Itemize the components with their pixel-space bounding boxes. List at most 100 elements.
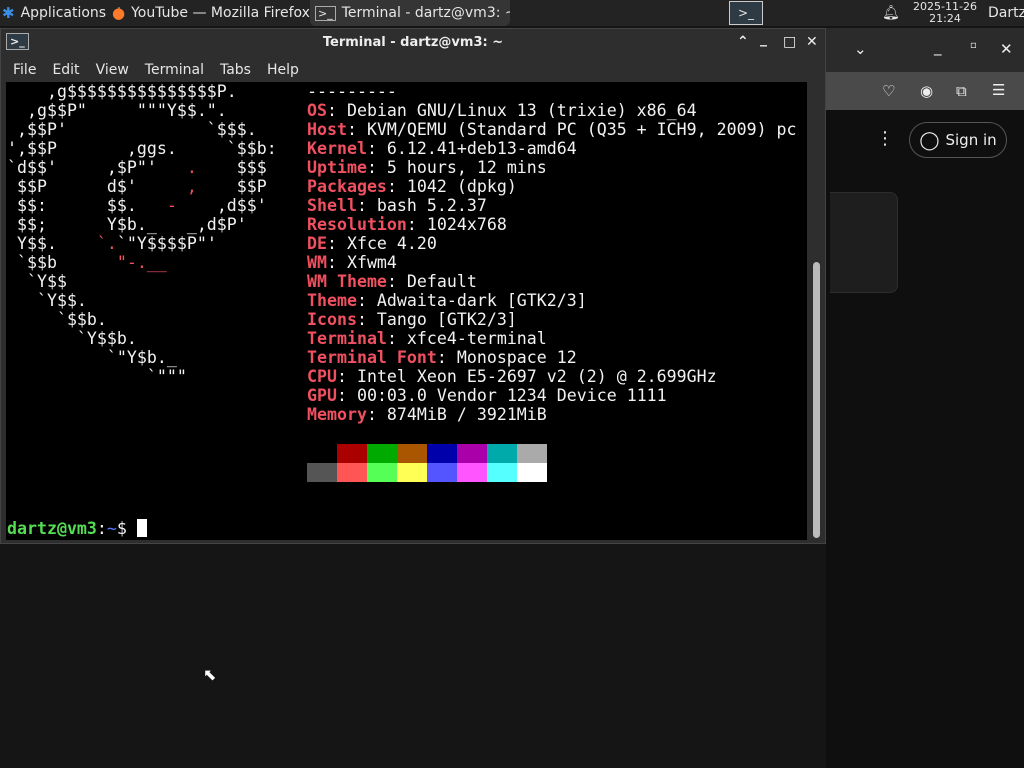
workspace-terminal-icon[interactable]: >_ bbox=[729, 1, 763, 25]
prompt-path: ~ bbox=[106, 519, 117, 538]
logo-segment: `"Y$b._ bbox=[7, 348, 177, 367]
logo-segment: ,g$$$$$$$$$$$$$$$P. bbox=[7, 82, 237, 101]
info-line: OS: Debian GNU/Linux 13 (trixie) x86_64 bbox=[307, 101, 697, 120]
color-block bbox=[307, 463, 337, 482]
info-separator: --------- bbox=[307, 82, 397, 101]
info-label: Terminal bbox=[307, 329, 387, 348]
info-line: WM: Xfwm4 bbox=[307, 253, 397, 272]
shade-icon[interactable]: ⌃ bbox=[737, 34, 749, 50]
close-icon[interactable]: ✕ bbox=[1000, 40, 1013, 58]
user-menu[interactable]: Dartz bbox=[988, 0, 1024, 26]
logo-segment: ,$$P' `$$$. bbox=[7, 120, 257, 139]
text-cursor bbox=[136, 519, 147, 537]
xfce-logo-icon: ✱ bbox=[2, 4, 15, 22]
menu-view[interactable]: View bbox=[96, 62, 129, 78]
color-block bbox=[337, 444, 367, 463]
notification-bell-icon[interactable]: 🔔︎ bbox=[882, 0, 900, 26]
task-firefox[interactable]: ● YouTube — Mozilla Firefox bbox=[112, 0, 310, 26]
info-label: Terminal Font bbox=[307, 348, 437, 367]
minimize-icon[interactable]: _ bbox=[760, 31, 767, 47]
pocket-icon[interactable]: ♡ bbox=[882, 82, 895, 100]
logo-segment: ,g$$P" """Y$$.". bbox=[7, 101, 227, 120]
info-line: Packages: 1042 (dpkg) bbox=[307, 177, 517, 196]
info-line: Icons: Tango [GTK2/3] bbox=[307, 310, 517, 329]
logo-segment: , bbox=[186, 177, 197, 196]
logo-segment: . bbox=[186, 158, 197, 177]
scrollbar[interactable] bbox=[810, 82, 823, 540]
sign-in-button[interactable]: ◯ Sign in bbox=[909, 122, 1007, 158]
info-value: : Xfwm4 bbox=[326, 253, 397, 272]
info-label: Icons bbox=[307, 310, 357, 329]
info-line: Terminal Font: Monospace 12 bbox=[307, 348, 577, 367]
info-value: : 1024x768 bbox=[406, 215, 507, 234]
info-value: : xfce4-terminal bbox=[386, 329, 547, 348]
logo-line: ,$$P' `$$$. bbox=[7, 120, 257, 139]
info-value: : Tango [GTK2/3] bbox=[356, 310, 517, 329]
menu-tabs[interactable]: Tabs bbox=[220, 62, 251, 78]
logo-segment: $$P bbox=[196, 177, 267, 196]
more-options-icon[interactable]: ⋮ bbox=[876, 128, 894, 149]
logo-segment: "-.__ bbox=[116, 253, 167, 272]
logo-line: `d$$' ,$P"' . $$$ bbox=[7, 158, 267, 177]
menu-file[interactable]: File bbox=[13, 62, 36, 78]
logo-line: $$; Y$b._ _,d$P' bbox=[7, 215, 247, 234]
info-value: : Default bbox=[386, 272, 477, 291]
info-label: Shell bbox=[307, 196, 357, 215]
menu-edit[interactable]: Edit bbox=[52, 62, 79, 78]
extensions-icon[interactable]: ⧉ bbox=[956, 82, 967, 100]
info-line: Host: KVM/QEMU (Standard PC (Q35 + ICH9,… bbox=[307, 120, 797, 139]
info-line: CPU: Intel Xeon E5-2697 v2 (2) @ 2.699GH… bbox=[307, 367, 717, 386]
logo-line: ,g$$P" """Y$$.". bbox=[7, 101, 227, 120]
logo-segment: ,d$$' bbox=[176, 196, 267, 215]
info-value: : Xfce 4.20 bbox=[326, 234, 437, 253]
info-line: Terminal: xfce4-terminal bbox=[307, 329, 547, 348]
logo-segment: Y$$. bbox=[7, 234, 97, 253]
prompt-symbol: $ bbox=[116, 519, 137, 538]
firefox-window: ⌄ _ ▫ ✕ ♡ ◉ ⧉ ☰ ⋮ ◯ Sign in bbox=[826, 28, 1024, 768]
terminal-menubar: File Edit View Terminal Tabs Help bbox=[1, 57, 825, 83]
terminal-screen[interactable]: --------- dartz@vm3:~$ ,g$$$$$$$$$$$$$$$… bbox=[6, 82, 807, 540]
color-block bbox=[367, 444, 397, 463]
info-label: GPU bbox=[307, 386, 337, 405]
logo-line: $$P d$' , $$P bbox=[7, 177, 267, 196]
logo-line: `""" bbox=[7, 367, 187, 386]
terminal-icon: >_ bbox=[315, 5, 336, 21]
color-block bbox=[397, 444, 427, 463]
menu-terminal[interactable]: Terminal bbox=[145, 62, 204, 78]
logo-segment: `Y$$. bbox=[7, 291, 87, 310]
info-label: WM bbox=[307, 253, 327, 272]
menu-help[interactable]: Help bbox=[267, 62, 299, 78]
prompt-sep: : bbox=[96, 519, 107, 538]
color-block bbox=[367, 463, 397, 482]
task-terminal[interactable]: >_ Terminal - dartz@vm3: ~ bbox=[310, 0, 510, 26]
info-line: Kernel: 6.12.41+deb13-amd64 bbox=[307, 139, 577, 158]
info-value: : 00:03.0 Vendor 1234 Device 1111 bbox=[336, 386, 667, 405]
logo-segment: $$: $$. bbox=[7, 196, 167, 215]
info-line: Memory: 874MiB / 3921MiB bbox=[307, 405, 547, 424]
info-line: Shell: bash 5.2.37 bbox=[307, 196, 487, 215]
logo-line: Y$$. `.`"Y$$$$P"' bbox=[7, 234, 217, 253]
tabs-dropdown-icon[interactable]: ⌄ bbox=[854, 40, 867, 58]
scrollbar-thumb[interactable] bbox=[813, 262, 820, 538]
info-label: Kernel bbox=[307, 139, 367, 158]
maximize-icon[interactable]: ▫ bbox=[970, 40, 977, 51]
minimize-icon[interactable]: _ bbox=[934, 38, 942, 56]
account-icon[interactable]: ◉ bbox=[920, 82, 933, 100]
info-label: Theme bbox=[307, 291, 357, 310]
logo-segment: $$$ bbox=[196, 158, 267, 177]
mouse-pointer-icon: ⬉ bbox=[203, 665, 217, 684]
logo-segment: - bbox=[166, 196, 177, 215]
logo-line: `Y$$. bbox=[7, 291, 87, 310]
clock[interactable]: 2025-11-26 21:24 bbox=[906, 1, 984, 25]
close-icon[interactable]: ✕ bbox=[806, 34, 818, 50]
logo-line: ',$$P ,ggs. `$$b: bbox=[7, 139, 277, 158]
logo-segment: $$P d$' bbox=[7, 177, 187, 196]
logo-line: `Y$$ bbox=[7, 272, 67, 291]
applications-menu[interactable]: ✱ Applications ⋮ bbox=[2, 0, 126, 26]
top-panel: ✱ Applications ⋮ ● YouTube — Mozilla Fir… bbox=[0, 0, 1024, 26]
info-line: Uptime: 5 hours, 12 mins bbox=[307, 158, 547, 177]
info-label: OS bbox=[307, 101, 327, 120]
menu-icon[interactable]: ☰ bbox=[992, 81, 1005, 99]
maximize-icon[interactable]: □ bbox=[783, 34, 796, 50]
terminal-titlebar[interactable]: >_ Terminal - dartz@vm3: ~ ⌃ _ □ ✕ bbox=[1, 29, 825, 57]
